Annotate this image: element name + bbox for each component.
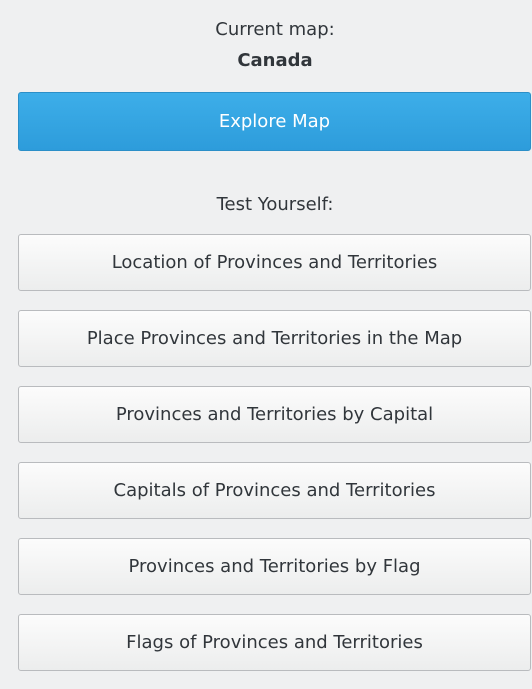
test-yourself-label: Test Yourself: <box>216 194 334 215</box>
map-panel: Current map: Canada Explore Map Test You… <box>0 0 532 689</box>
provinces-by-flag-button[interactable]: Provinces and Territories by Flag <box>18 538 531 595</box>
current-map-label: Current map: <box>215 19 335 40</box>
explore-map-button[interactable]: Explore Map <box>18 92 531 151</box>
provinces-by-capital-button[interactable]: Provinces and Territories by Capital <box>18 386 531 443</box>
location-of-provinces-button[interactable]: Location of Provinces and Territories <box>18 234 531 291</box>
flags-of-provinces-button[interactable]: Flags of Provinces and Territories <box>18 614 531 671</box>
place-provinces-in-map-button[interactable]: Place Provinces and Territories in the M… <box>18 310 531 367</box>
capitals-of-provinces-button[interactable]: Capitals of Provinces and Territories <box>18 462 531 519</box>
current-map-name: Canada <box>237 50 313 71</box>
